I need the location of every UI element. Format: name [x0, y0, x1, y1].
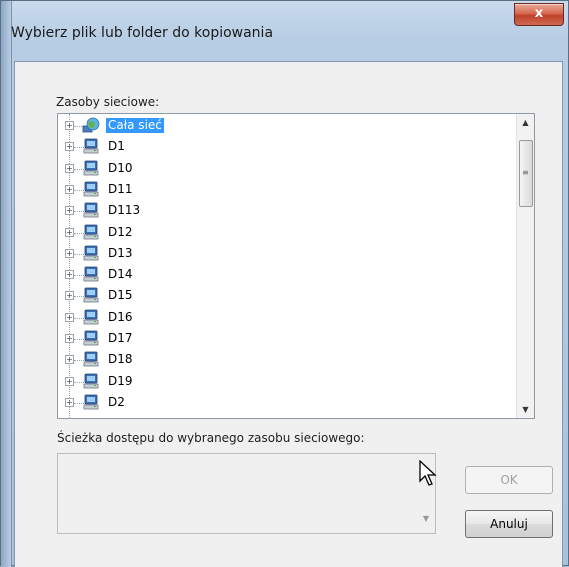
computer-icon: [83, 330, 99, 346]
tree-item[interactable]: + D16: [58, 308, 498, 329]
tree-item-label: D11: [108, 181, 133, 196]
expand-icon[interactable]: +: [65, 312, 74, 322]
expand-icon[interactable]: +: [65, 248, 74, 258]
tree-item[interactable]: + D18: [58, 350, 498, 371]
computer-icon: [83, 287, 99, 303]
tree-item[interactable]: + D15: [58, 286, 498, 307]
expand-icon[interactable]: +: [65, 270, 74, 280]
expand-icon[interactable]: +: [65, 206, 74, 216]
expand-icon[interactable]: +: [65, 184, 74, 194]
computer-icon: [83, 309, 99, 325]
tree-item[interactable]: + D12: [58, 223, 498, 244]
dialog-window: Wybierz plik lub folder do kopiowania x …: [0, 0, 569, 567]
path-scroll-down-icon: ▼: [422, 514, 429, 523]
tree-item[interactable]: + D14: [58, 265, 498, 286]
path-label: Ścieżka dostępu do wybranego zasobu siec…: [57, 431, 365, 445]
scroll-grip-icon: ≡: [522, 168, 529, 177]
tree-item-label: D17: [108, 331, 133, 345]
tree-item[interactable]: + D11: [58, 180, 498, 201]
computer-icon: [83, 245, 99, 261]
tree-item-label: D2: [108, 394, 125, 409]
expand-icon[interactable]: +: [65, 376, 74, 386]
tree-item-label: D1: [108, 139, 125, 154]
tree-item[interactable]: + D17: [58, 329, 498, 350]
computer-icon: [83, 138, 99, 154]
close-button[interactable]: x: [514, 3, 564, 26]
tree-item[interactable]: + Cała sieć: [58, 116, 498, 137]
expand-icon[interactable]: +: [65, 142, 74, 152]
computer-icon: [83, 202, 99, 218]
computer-icon: [83, 394, 99, 410]
background-window-edge: [1, 1, 12, 567]
network-globe-icon: [82, 117, 100, 133]
tree-item-label: D16: [108, 309, 133, 324]
tree-item[interactable]: + D2: [58, 393, 498, 414]
expand-icon[interactable]: +: [65, 227, 74, 237]
computer-icon: [83, 160, 99, 175]
tree-item-label: D18: [108, 352, 133, 367]
expand-icon[interactable]: +: [65, 334, 74, 343]
tree-item-label: D15: [108, 288, 133, 303]
scroll-up-arrow-icon[interactable]: ▲: [517, 114, 534, 131]
computer-icon: [83, 373, 99, 388]
computer-icon: [83, 266, 99, 282]
mouse-cursor-icon: [419, 460, 437, 486]
tree-item[interactable]: + D1: [58, 137, 498, 158]
tree-item-label: D13: [108, 245, 133, 260]
tree-item-label: Cała sieć: [106, 118, 164, 133]
tree-item-label: D19: [108, 373, 133, 388]
expand-icon[interactable]: +: [65, 121, 74, 130]
tree-item[interactable]: + D113: [58, 201, 498, 222]
computer-icon: [83, 224, 99, 239]
tree-item-label: D14: [108, 267, 133, 282]
title-bar[interactable]: Wybierz plik lub folder do kopiowania: [11, 1, 568, 61]
cancel-button[interactable]: Anuluj: [465, 510, 553, 538]
dialog-content: Zasoby sieciowe: + Cała sieć + D1 + D10 + D11 + D…: [14, 61, 563, 567]
network-tree[interactable]: + Cała sieć + D1 + D10 + D11 + D113 + D12 + D13 + D14 + D…: [57, 113, 535, 419]
tree-item[interactable]: + D19: [58, 372, 498, 393]
computer-icon: [83, 181, 99, 197]
tree-scrollbar[interactable]: ▲ ≡ ▼: [516, 114, 534, 418]
expand-icon[interactable]: +: [65, 397, 74, 407]
tree-item[interactable]: + D13: [58, 244, 498, 265]
tree-item-label: D12: [108, 224, 133, 239]
ok-button[interactable]: OK: [465, 466, 553, 494]
tree-item[interactable]: + D10: [58, 159, 498, 180]
window-title: Wybierz plik lub folder do kopiowania: [11, 25, 274, 41]
expand-icon[interactable]: +: [65, 291, 74, 301]
path-field[interactable]: ▼: [57, 453, 436, 534]
expand-icon[interactable]: +: [65, 163, 74, 173]
expand-icon[interactable]: +: [65, 355, 74, 365]
scroll-thumb[interactable]: ≡: [519, 140, 533, 207]
computer-icon: [83, 351, 99, 367]
scroll-down-arrow-icon[interactable]: ▼: [517, 401, 534, 418]
network-resources-label: Zasoby sieciowe:: [56, 95, 160, 109]
tree-item-label: D113: [108, 203, 141, 218]
tree-item-label: D10: [108, 160, 133, 175]
